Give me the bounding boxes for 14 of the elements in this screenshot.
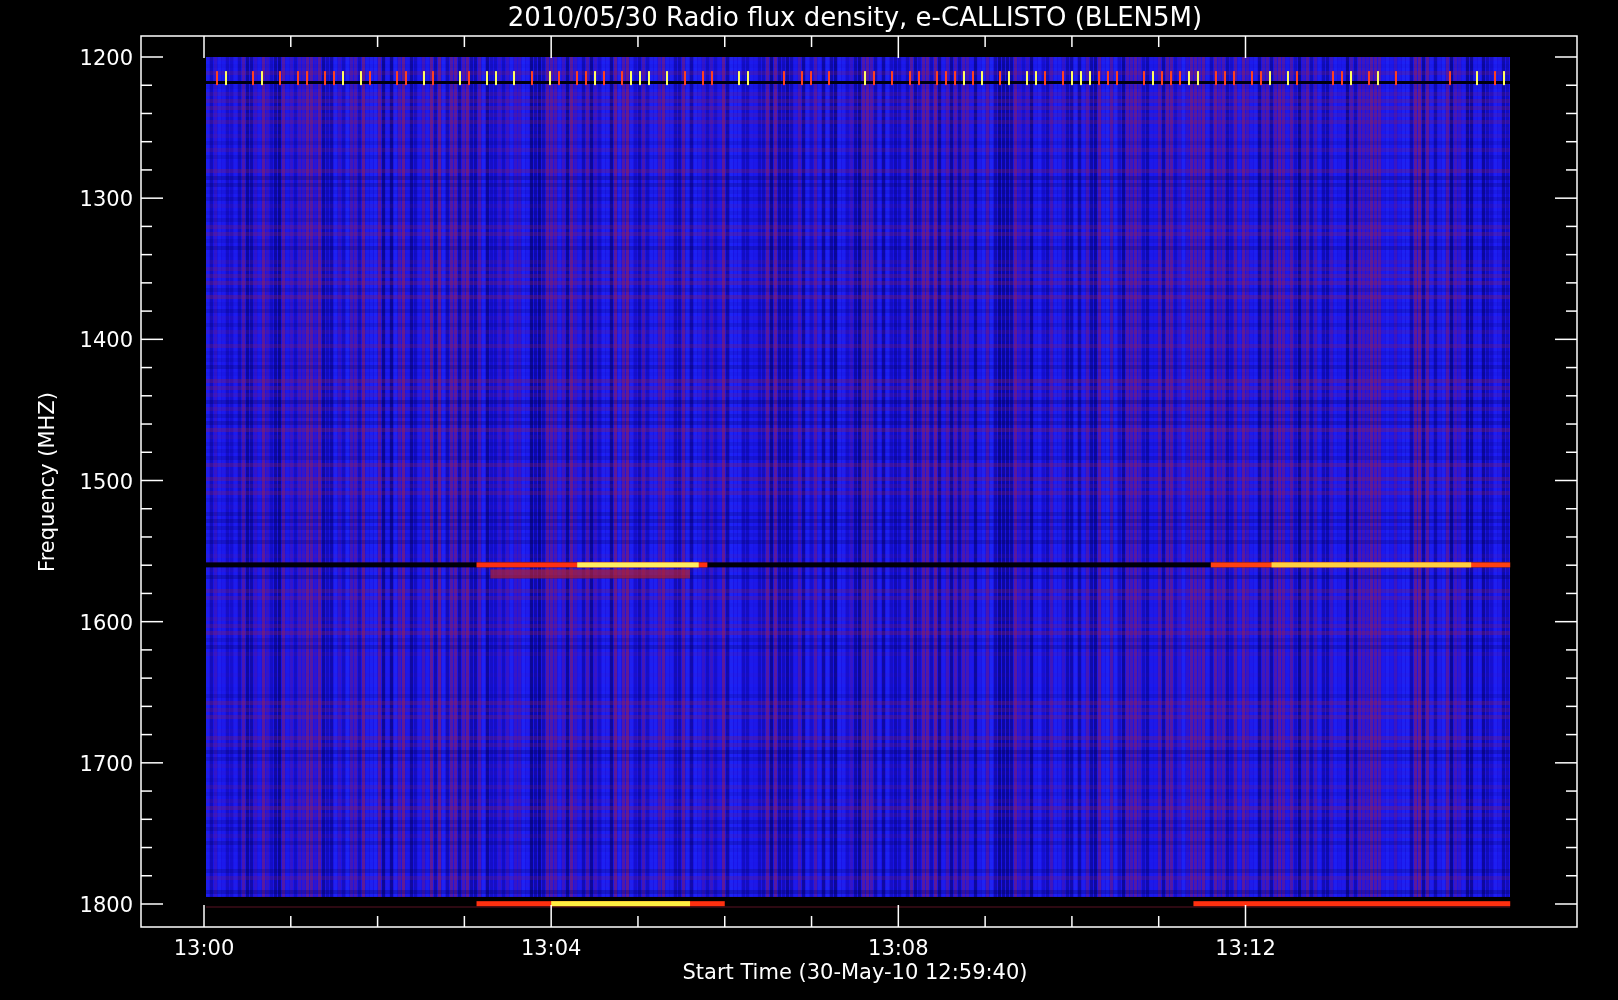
- axis-tick-label: 13:08: [868, 936, 929, 960]
- axis-tick-label: 1800: [79, 893, 133, 917]
- axis-tick-label: 1200: [79, 46, 133, 70]
- axis-tick-label: 13:00: [173, 936, 235, 960]
- axis-tick-label: 1300: [79, 187, 133, 212]
- axis-title: Frequency (MHZ): [35, 392, 59, 572]
- axis-tick-label: 1500: [79, 469, 133, 494]
- axis-tick-label: 1400: [79, 328, 133, 353]
- axis-title: Start Time (30-May-10 12:59:40): [682, 960, 1028, 984]
- axis-tick-label: 1700: [79, 751, 133, 776]
- axis-tick-label: 1600: [79, 610, 133, 635]
- axis-tick-label: 13:04: [520, 936, 582, 960]
- chart-title: 2010/05/30 Radio flux density, e-CALLISTO (BLEN5M): [507, 2, 1203, 32]
- axis-tick-label: 13:12: [1215, 936, 1276, 960]
